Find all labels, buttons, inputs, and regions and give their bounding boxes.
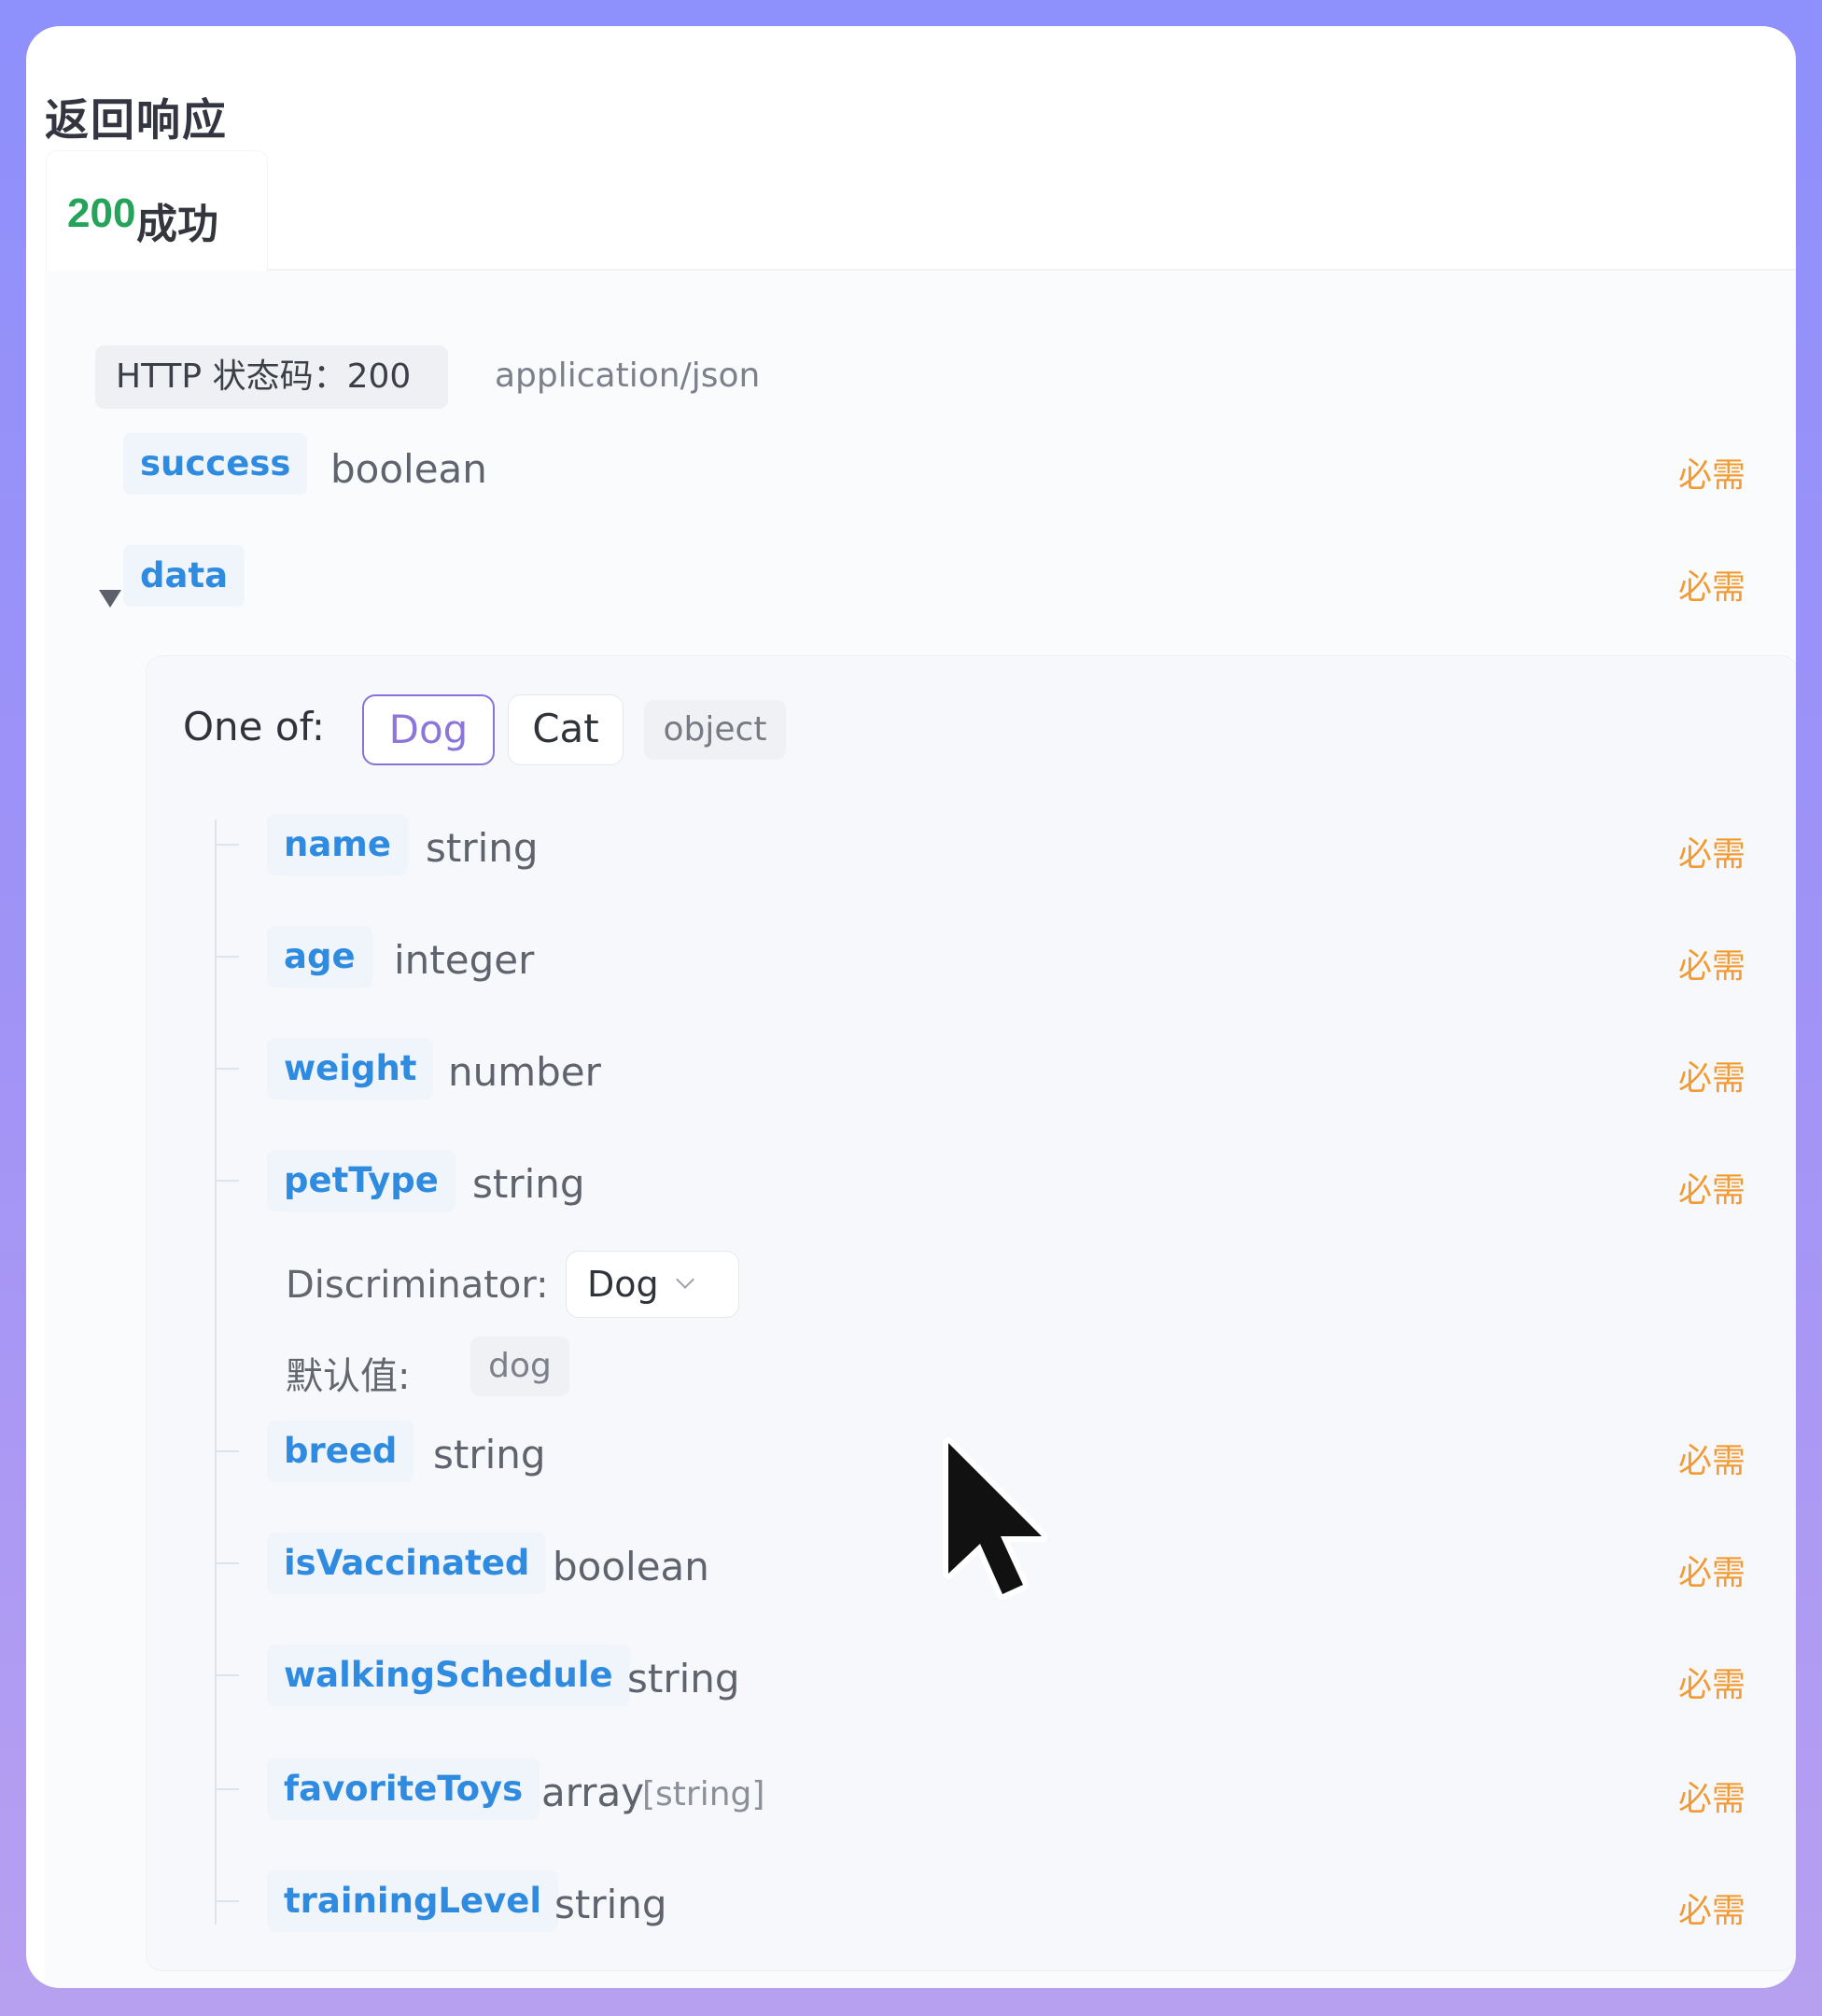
http-status-badge: HTTP 状态码：200: [95, 345, 448, 409]
field-name-data[interactable]: data: [123, 545, 245, 607]
tree-tick: [215, 956, 239, 958]
required-label: 必需: [1678, 1171, 1746, 1210]
tree-tick: [215, 1562, 239, 1564]
required-label: 必需: [1678, 1059, 1746, 1098]
tree-tick: [215, 1788, 239, 1790]
field-name-weight: weight: [267, 1038, 434, 1099]
discriminator-label: Discriminator:: [286, 1264, 549, 1307]
chevron-down-icon: [676, 1270, 694, 1289]
field-name-walkingschedule: walkingSchedule: [267, 1645, 630, 1706]
field-type-traininglevel: string: [554, 1882, 667, 1927]
tree-tick: [215, 844, 239, 846]
field-type-walkingschedule: string: [627, 1656, 740, 1701]
field-name-success: success: [123, 433, 308, 495]
required-label: 必需: [1678, 1780, 1746, 1818]
field-name-traininglevel: trainingLevel: [267, 1870, 559, 1932]
discriminator-select[interactable]: Dog: [566, 1251, 739, 1318]
field-type-breed: string: [433, 1432, 546, 1477]
field-subtype-favoritetoys: [string]: [642, 1775, 765, 1813]
response-panel: 返回响应 200 成功 HTTP 状态码：200 application/jso…: [26, 26, 1796, 1988]
required-label: 必需: [1678, 1442, 1746, 1480]
tree-tick: [215, 1900, 239, 1902]
oneof-option-dog[interactable]: Dog: [362, 694, 495, 765]
field-name-age: age: [267, 926, 372, 987]
section-title: 返回响应: [45, 95, 228, 147]
tree-tick: [215, 1068, 239, 1070]
required-label: 必需: [1678, 1554, 1746, 1592]
field-type-age: integer: [394, 937, 535, 983]
required-label: 必需: [1678, 1892, 1746, 1930]
type-badge-object: object: [644, 700, 786, 760]
field-type-name: string: [426, 825, 539, 871]
tab-200-success[interactable]: 200 成功: [47, 151, 267, 271]
field-type-success: boolean: [330, 446, 487, 492]
content-type: application/json: [495, 357, 761, 395]
field-name-breed: breed: [267, 1421, 414, 1482]
required-label: 必需: [1678, 1666, 1746, 1704]
required-label: 必需: [1678, 947, 1746, 986]
required-label: 必需: [1678, 835, 1746, 874]
field-type-isvaccinated: boolean: [553, 1544, 709, 1589]
field-name-favoritetoys: favoriteToys: [267, 1758, 540, 1820]
status-code: 200: [67, 190, 136, 236]
field-name-isvaccinated: isVaccinated: [267, 1533, 547, 1594]
field-name-pettype: petType: [267, 1150, 456, 1211]
caret-down-icon[interactable]: [99, 590, 121, 608]
tree-line: [215, 819, 217, 1925]
discriminator-value: Dog: [587, 1264, 659, 1305]
field-type-favoritetoys: array: [541, 1770, 645, 1815]
tree-tick: [215, 1450, 239, 1452]
oneof-label: One of:: [183, 704, 326, 749]
default-value-badge: dog: [470, 1337, 569, 1396]
required-label: 必需: [1678, 568, 1746, 607]
status-label: 成功: [136, 201, 218, 248]
mouse-cursor-icon: [943, 1437, 1047, 1600]
field-name-name: name: [267, 814, 408, 875]
field-type-pettype: string: [472, 1161, 585, 1207]
oneof-option-cat[interactable]: Cat: [508, 694, 624, 765]
tree-tick: [215, 1180, 239, 1182]
tree-tick: [215, 1674, 239, 1676]
required-label: 必需: [1678, 456, 1746, 495]
default-value-label: 默认值:: [286, 1355, 411, 1398]
field-type-weight: number: [448, 1049, 601, 1095]
